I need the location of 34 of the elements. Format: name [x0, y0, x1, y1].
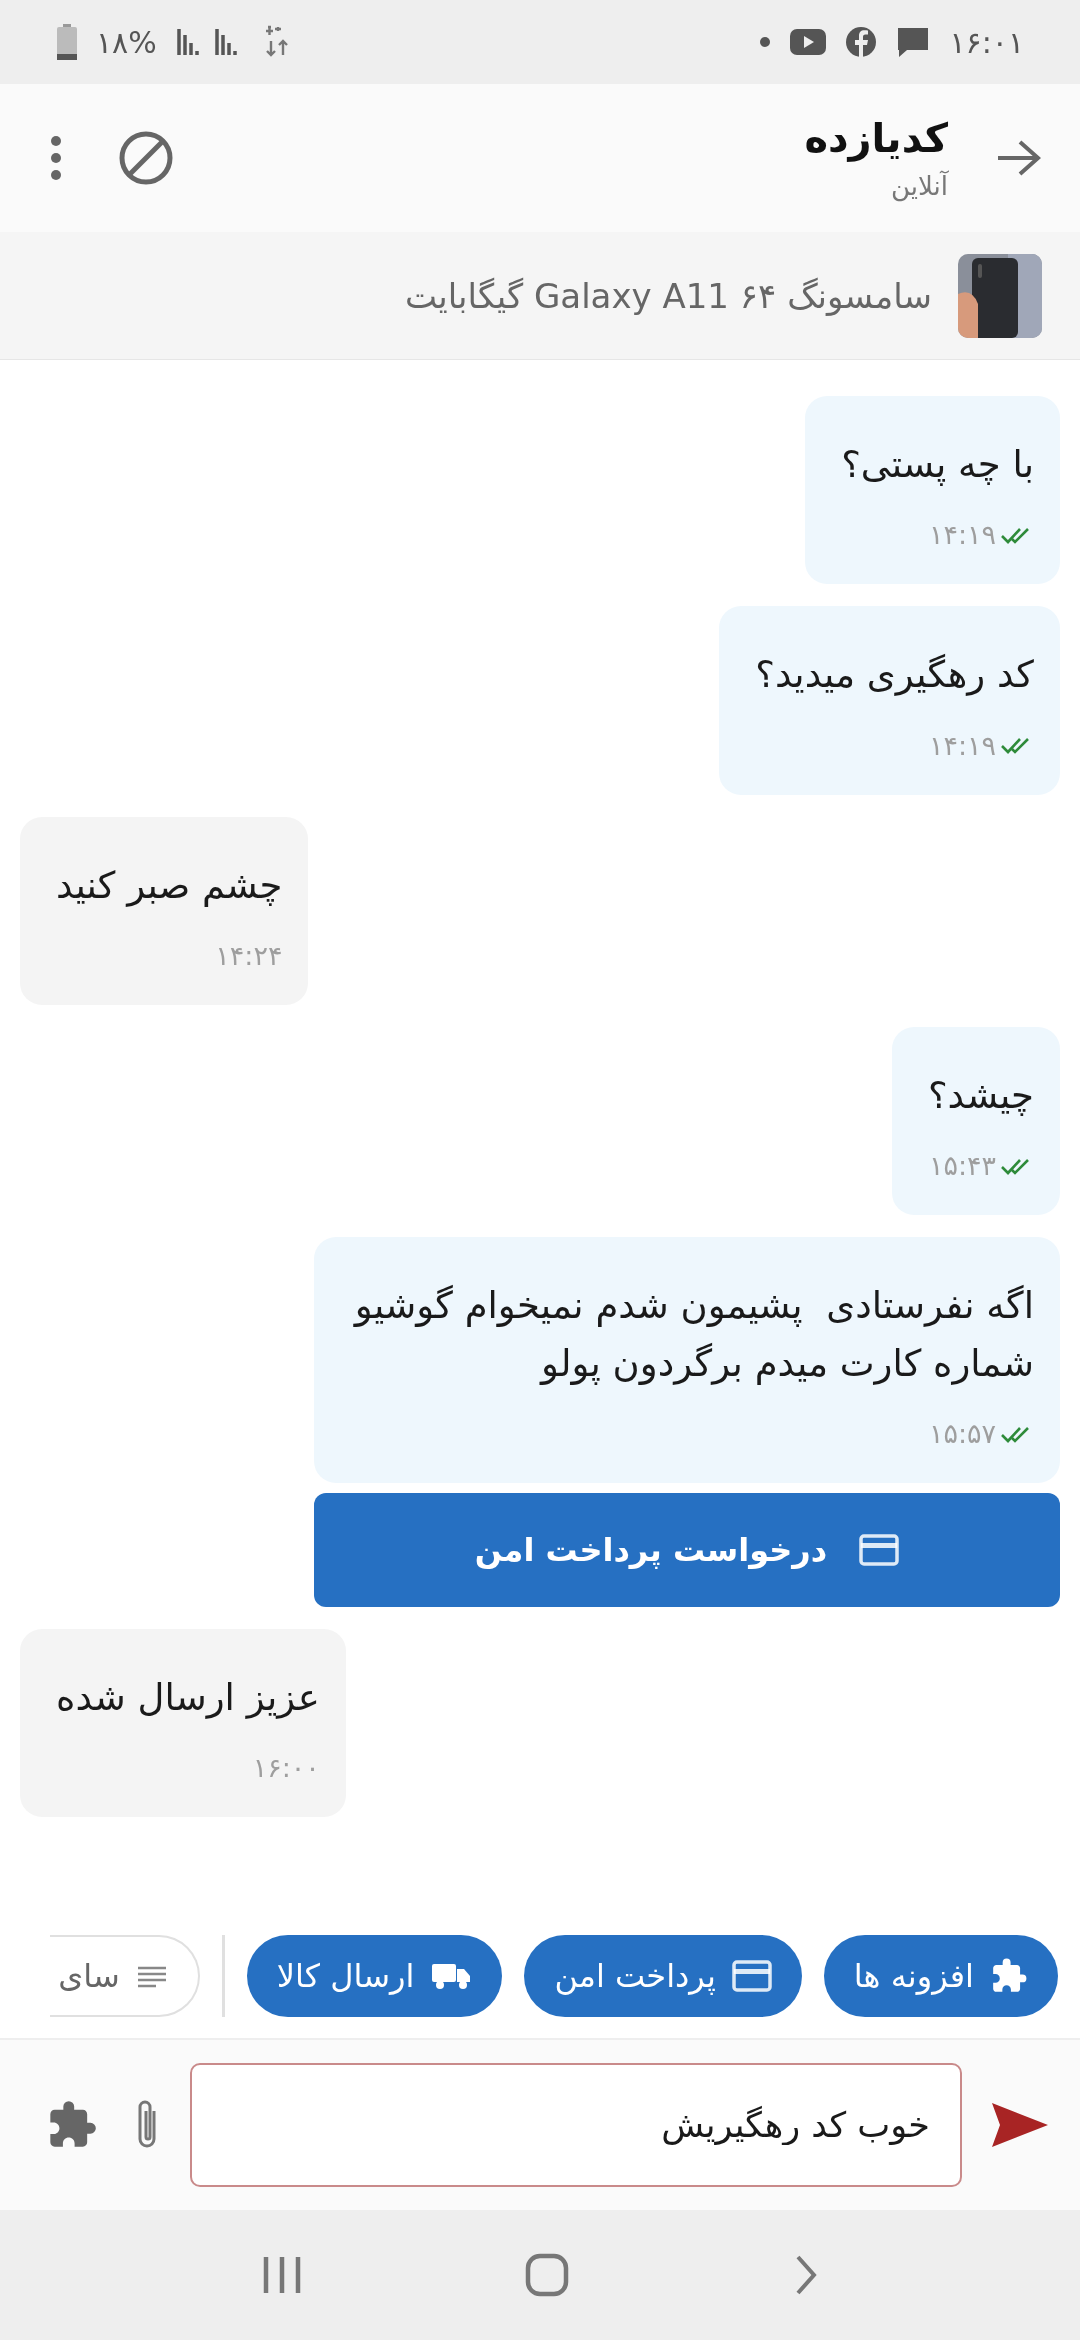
message-time: ۱۵:۴۳: [928, 1150, 996, 1182]
message-text: اگه نفرستادی پشیمون شدم نمیخوام گوشیو شماره کارت میدم برگردون پولو: [352, 1283, 1034, 1387]
clock-time: ۱۶:۰۱: [949, 24, 1024, 60]
message-text: چیشد؟: [927, 1073, 1034, 1120]
message-time: ۱۴:۱۹: [928, 519, 996, 551]
card-icon: [859, 1534, 900, 1567]
quick-action-chip[interactable]: پرداخت امن: [524, 1935, 802, 2017]
message-input[interactable]: خوب کد رهگیریش: [190, 2063, 962, 2187]
message-time: ۱۴:۱۹: [928, 729, 996, 761]
secure-payment-request-button[interactable]: درخواست پرداخت امن: [314, 1493, 1060, 1608]
message-time: ۱۵:۵۷: [928, 1418, 996, 1450]
battery-percent: ۱۸%: [96, 24, 157, 60]
facebook-icon: [845, 26, 878, 58]
send-icon[interactable]: [990, 2101, 1050, 2149]
list-icon: [135, 1964, 168, 1988]
home-icon[interactable]: [525, 2253, 569, 2297]
puzzle-icon: [990, 1957, 1028, 1995]
block-icon[interactable]: [118, 130, 174, 186]
online-status: آنلاین: [891, 171, 948, 201]
message-text: کد رهگیری میدید؟: [755, 652, 1034, 699]
battery-icon: [56, 23, 78, 61]
dot-icon: [759, 36, 772, 48]
video-icon: [789, 27, 828, 57]
message-time: ۱۶:۰۰: [252, 1752, 320, 1784]
message-text: عزیز ارسال شده: [56, 1675, 320, 1722]
quick-action-chip[interactable]: افزونه ها: [823, 1935, 1058, 2017]
message-time: ۱۴:۲۴: [215, 940, 283, 972]
product-title: سامسونگ Galaxy A11 ۶۴ گیگابایت: [404, 275, 932, 316]
message-text: چشم صبر کنید: [56, 862, 283, 909]
card-icon: [731, 1960, 772, 1992]
quick-action-chip[interactable]: سای: [50, 1935, 200, 2017]
quick-action-chip[interactable]: ارسال کالا: [246, 1935, 503, 2017]
contact-name: کدیازده: [804, 115, 948, 161]
message-text: با چه پستی؟: [841, 442, 1034, 488]
